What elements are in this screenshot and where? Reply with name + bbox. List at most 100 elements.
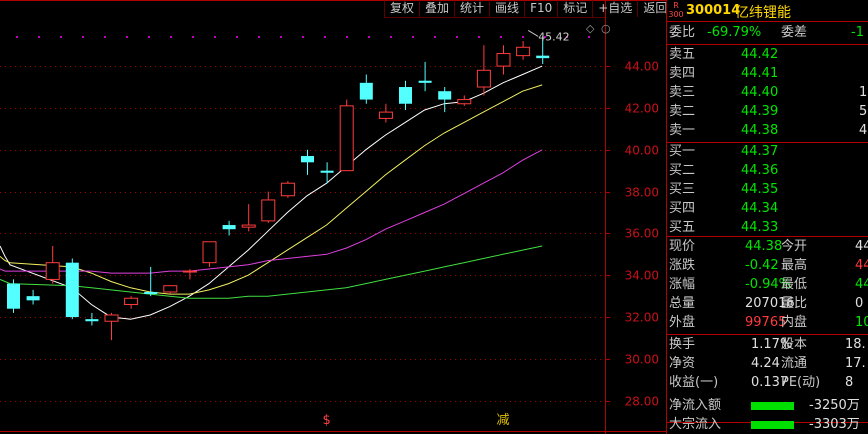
top-dot bbox=[280, 36, 282, 38]
candle-body[interactable] bbox=[85, 319, 99, 322]
stat-row: 外盘99765内盘1073 bbox=[669, 314, 868, 332]
fund-label: 股本 bbox=[781, 337, 808, 352]
candle-body[interactable] bbox=[45, 262, 60, 280]
sell-price: 44.42 bbox=[741, 47, 779, 62]
candle-body[interactable] bbox=[301, 156, 314, 163]
top-dot bbox=[192, 36, 194, 38]
candle-body[interactable] bbox=[222, 225, 236, 230]
statistics-button[interactable]: 统计 bbox=[454, 0, 489, 17]
fund-value: 4.24 bbox=[751, 356, 780, 371]
weicha-value: -1 bbox=[851, 25, 864, 40]
candle-body[interactable] bbox=[438, 91, 452, 100]
stat-label: 现价 bbox=[669, 239, 696, 254]
buy-row-1: 买一 44.37 bbox=[669, 143, 868, 161]
fuquan-button[interactable]: 复权 bbox=[384, 0, 419, 17]
y-tick-label: 30.00 bbox=[625, 353, 659, 367]
candle-body[interactable] bbox=[65, 262, 79, 318]
circle-icon[interactable]: ○ bbox=[597, 20, 615, 37]
candlestick-chart[interactable]: 44.00 42.00 40.00 38.00 36.00 34.00 32.00 30.00… bbox=[0, 0, 666, 434]
buy-label: 买三 bbox=[669, 182, 696, 197]
top-dot bbox=[302, 36, 304, 38]
stat-value: 44 bbox=[855, 258, 868, 273]
sell-price: 44.41 bbox=[741, 66, 779, 81]
top-dot bbox=[170, 36, 172, 38]
candle-body[interactable] bbox=[124, 297, 139, 306]
fund-value: 18. bbox=[845, 337, 866, 352]
stat-label: 最高 bbox=[781, 258, 808, 273]
flow-bar bbox=[751, 402, 794, 410]
sell-label: 卖一 bbox=[669, 123, 696, 138]
buy-price: 44.34 bbox=[741, 201, 779, 216]
flow-label: 净流入额 bbox=[669, 398, 722, 413]
candle-body[interactable] bbox=[202, 241, 217, 264]
top-dot bbox=[214, 36, 216, 38]
fundamental-row: 收益(一) 0.137 PE(动) 8 bbox=[669, 374, 868, 392]
buy-row-5: 买五 44.33 bbox=[669, 219, 868, 237]
candle-body[interactable] bbox=[457, 99, 472, 105]
candle-body[interactable] bbox=[7, 283, 20, 309]
f10-button[interactable]: F10 bbox=[524, 0, 557, 17]
top-dot bbox=[38, 36, 40, 38]
flow-row: 大宗流入 -3303万 bbox=[669, 416, 868, 434]
candle-body[interactable] bbox=[536, 55, 550, 59]
candle-body[interactable] bbox=[241, 224, 256, 228]
high-label: 45.42 bbox=[538, 30, 570, 43]
flow-value: -3250万 bbox=[809, 398, 860, 413]
flow-bar bbox=[751, 421, 794, 429]
candle-body[interactable] bbox=[261, 199, 276, 222]
event-marker[interactable]: 减 bbox=[496, 413, 509, 428]
stat-value: 44 bbox=[855, 239, 868, 254]
candle-body[interactable] bbox=[516, 46, 531, 57]
candle-body[interactable] bbox=[418, 80, 432, 83]
candle-body[interactable] bbox=[280, 182, 295, 197]
top-dot bbox=[522, 36, 524, 38]
event-marker[interactable]: $ bbox=[322, 413, 330, 428]
fund-value: 17. bbox=[845, 356, 866, 371]
y-tick-label: 28.00 bbox=[625, 395, 659, 409]
overlay-button[interactable]: 叠加 bbox=[419, 0, 454, 17]
y-tick-label: 44.00 bbox=[625, 60, 659, 74]
sell-label: 卖五 bbox=[669, 47, 696, 62]
top-dot bbox=[500, 36, 502, 38]
draw-line-button[interactable]: 画线 bbox=[489, 0, 524, 17]
buy-label: 买一 bbox=[669, 144, 696, 159]
rzrq-badge: R 300 bbox=[668, 1, 684, 19]
stat-label: 今开 bbox=[781, 239, 808, 254]
candle-body[interactable] bbox=[26, 296, 40, 301]
candle-body[interactable] bbox=[496, 53, 511, 67]
add-watchlist-button[interactable]: +自选 bbox=[592, 0, 637, 17]
stock-header: R 300 300014 亿纬锂能 bbox=[667, 0, 868, 22]
stat-value: 1073 bbox=[855, 315, 868, 330]
sell-row-1: 卖一 44.38 4 bbox=[669, 122, 868, 140]
sell-label: 卖三 bbox=[669, 85, 696, 100]
flow-label: 大宗流入 bbox=[669, 417, 722, 432]
weibi-value: -69.79% bbox=[707, 25, 762, 40]
candle-body[interactable] bbox=[144, 291, 158, 295]
candle-body[interactable] bbox=[320, 170, 334, 173]
candle-body[interactable] bbox=[476, 69, 491, 88]
candle-body[interactable] bbox=[339, 105, 354, 172]
mark-button[interactable]: 标记 bbox=[557, 0, 592, 17]
fund-label: 净资 bbox=[669, 356, 696, 371]
candle-body[interactable] bbox=[104, 314, 119, 322]
candle-body[interactable] bbox=[359, 82, 373, 100]
stock-name: 亿纬锂能 bbox=[735, 5, 791, 21]
top-dot bbox=[456, 36, 458, 38]
sell-volume: 4 bbox=[859, 123, 868, 138]
candle-body[interactable] bbox=[163, 285, 178, 293]
buy-price: 44.35 bbox=[741, 182, 779, 197]
buy-price: 44.36 bbox=[741, 163, 779, 178]
candle-body[interactable] bbox=[378, 111, 393, 119]
top-dot bbox=[478, 36, 480, 38]
y-tick-label: 36.00 bbox=[625, 227, 659, 241]
diamond-icon[interactable]: ◇ bbox=[582, 20, 598, 37]
buy-label: 买五 bbox=[669, 220, 696, 235]
sell-row-2: 卖二 44.39 5 bbox=[669, 103, 868, 121]
stat-label: 总量 bbox=[669, 296, 696, 311]
candle-body[interactable] bbox=[399, 87, 412, 104]
top-dot bbox=[148, 36, 150, 38]
candle-body[interactable] bbox=[182, 270, 197, 273]
y-tick-label: 38.00 bbox=[625, 186, 659, 200]
top-dot bbox=[126, 36, 128, 38]
stat-label: 涨幅 bbox=[669, 277, 696, 292]
